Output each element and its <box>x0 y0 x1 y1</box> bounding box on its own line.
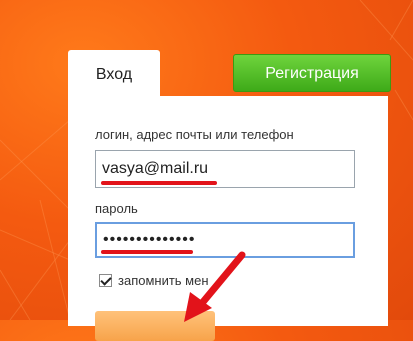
tab-login-label: Вход <box>95 66 133 83</box>
login-underline-annotation <box>101 181 217 185</box>
checkbox-checked-icon[interactable] <box>99 274 112 287</box>
register-button[interactable]: Регистрация <box>233 54 391 92</box>
tab-login[interactable]: Вход <box>68 50 160 102</box>
password-field-label: пароль <box>95 201 138 216</box>
login-field-label: логин, адрес почты или телефон <box>95 127 294 142</box>
red-arrow-icon <box>184 251 246 322</box>
